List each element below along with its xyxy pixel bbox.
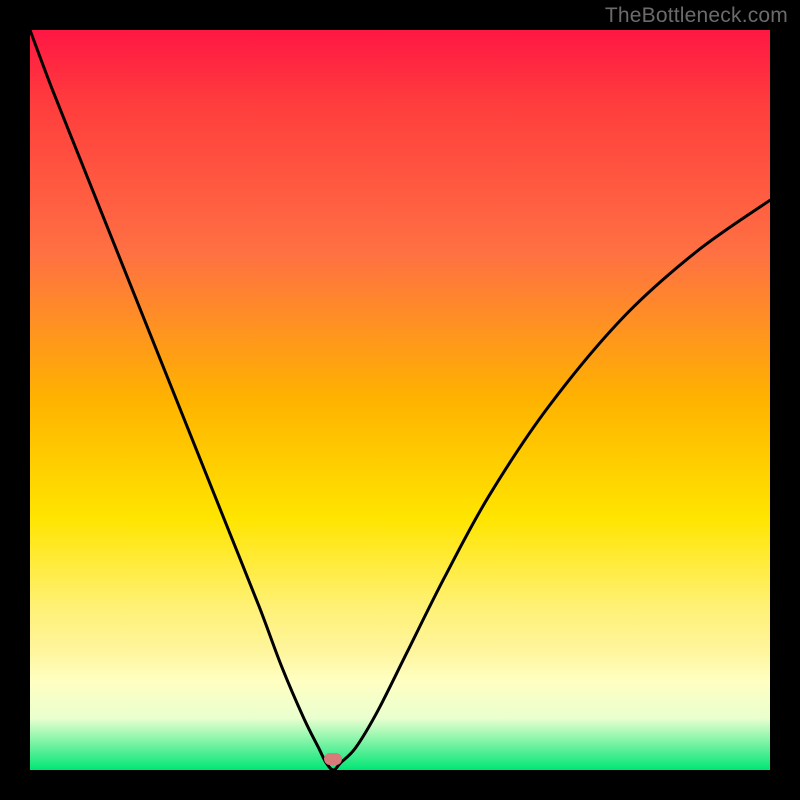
chart-frame: TheBottleneck.com <box>0 0 800 800</box>
watermark-text: TheBottleneck.com <box>605 4 788 28</box>
bottleneck-curve <box>0 0 800 800</box>
minimum-marker <box>324 753 342 765</box>
